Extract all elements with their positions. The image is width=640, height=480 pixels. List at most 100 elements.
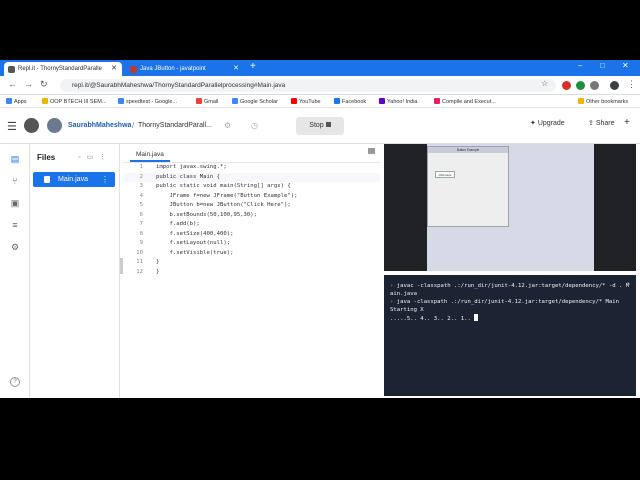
extension-icon[interactable] [576, 81, 585, 90]
facebook-icon [334, 98, 340, 104]
repl-name[interactable]: ThornyStandardParall... [138, 122, 212, 129]
extension-icon[interactable] [590, 81, 599, 90]
output-margin [384, 144, 427, 271]
code-line: 9 f.setLayout(null); [139, 240, 231, 246]
more-icon[interactable]: ⋮ [99, 154, 112, 161]
bookmark-icon [434, 98, 440, 104]
path-separator: / [132, 121, 135, 130]
bookmark-yahoo[interactable]: Yahoo! India [379, 98, 417, 105]
editor-options-icon[interactable] [368, 148, 375, 154]
url-field[interactable]: repl.it/@SaurabhMaheshwa/ThornyStandardP… [60, 79, 556, 92]
back-icon[interactable]: ← [8, 79, 17, 89]
files-icon[interactable]: ▤ [10, 154, 20, 164]
browser-tab-replit[interactable]: Repl.it - ThornyStandardParalle ✕ [4, 62, 122, 76]
panel-resize-handle[interactable] [120, 258, 123, 274]
folder-icon [578, 98, 584, 104]
upgrade-icon: ✦ [530, 120, 538, 127]
tab-main-java[interactable]: Main.java [130, 148, 170, 162]
code-editor: Main.java 1 import javax.swing.*; 2 public… [124, 144, 380, 398]
google-icon [118, 98, 124, 104]
code-line: 6 b.setBounds(50,100,95,30); [139, 211, 258, 218]
bookmark-gmail[interactable]: Gmail [196, 98, 218, 105]
profile-avatar[interactable] [610, 81, 619, 90]
jframe-title: Button Example [428, 147, 508, 153]
close-tab-icon[interactable]: ✕ [111, 62, 117, 76]
file-item-main-java[interactable]: Main.java ⋮ [33, 172, 115, 187]
browser-menu-icon[interactable]: ⋮ [627, 79, 636, 90]
stop-icon [325, 122, 331, 127]
bookmarks-bar: Apps OOP BTECH III SEM... speedtest - Go… [0, 95, 640, 108]
avatar[interactable] [47, 118, 62, 133]
minimize-button[interactable]: – [578, 61, 582, 70]
bookmark-star-icon[interactable]: ☆ [541, 79, 548, 88]
code-area[interactable]: 1 import javax.swing.*; 2 public class Mai… [124, 163, 380, 277]
browser-tab-javatpoint[interactable]: Java JButton - javatpoint ✕ [126, 62, 244, 76]
click-here-button[interactable]: Click Here [435, 171, 455, 178]
scholar-icon [232, 98, 238, 104]
java-file-icon [44, 176, 50, 183]
tab-title: Repl.it - ThornyStandardParalle [18, 66, 102, 72]
history-icon[interactable]: ◷ [251, 121, 258, 130]
yahoo-icon [379, 98, 385, 104]
packages-icon[interactable]: ▣ [10, 198, 20, 208]
jframe-window[interactable]: Button Example Click Here [427, 146, 509, 227]
browser-window: Repl.it - ThornyStandardParalle ✕ Java J… [0, 60, 640, 398]
console-line: › javac -classpath .:/run_dir/junit-4.12… [390, 283, 630, 297]
username-link[interactable]: SaurabhMaheshwa [68, 122, 131, 129]
bookmark-facebook[interactable]: Facebook [334, 98, 366, 105]
apps-icon [6, 98, 12, 104]
reload-icon[interactable]: ↻ [40, 79, 48, 90]
console-clear-icon[interactable]: ⊘ [626, 281, 630, 288]
code-line: 4 JFrame f=new JFrame("Button Example"); [139, 192, 298, 199]
console-line: Starting X [390, 307, 424, 313]
code-line: 3 public static void main(String[] args) … [139, 183, 291, 189]
share-button[interactable]: ⇪ Share [588, 119, 615, 127]
console-line: .....5.. 4.. 3.. 2.. 1.. [390, 314, 630, 323]
settings-icon[interactable]: ⚙ [224, 121, 231, 130]
database-icon[interactable]: ≡ [10, 220, 20, 230]
code-line: 10 f.setVisible(true); [136, 249, 234, 256]
bookmark-compile[interactable]: Compile and Execut... [434, 98, 496, 105]
new-tab-button[interactable]: + [250, 61, 256, 72]
bookmark-apps[interactable]: Apps [6, 98, 27, 105]
new-folder-icon[interactable]: ▭ [86, 154, 99, 161]
code-line: 8 f.setSize(400,400); [139, 230, 234, 237]
youtube-icon [291, 98, 297, 104]
console-cursor [474, 314, 479, 321]
hamburger-menu-icon[interactable]: ☰ [7, 120, 17, 133]
extension-icon[interactable] [562, 81, 571, 90]
upgrade-button[interactable]: ✦ Upgrade [530, 119, 565, 127]
bookmark-youtube[interactable]: YouTube [291, 98, 321, 105]
bookmark-scholar[interactable]: Google Scholar [232, 98, 278, 105]
console[interactable]: › javac -classpath .:/run_dir/junit-4.12… [384, 275, 636, 396]
add-button[interactable]: + [624, 117, 630, 128]
settings-icon[interactable]: ⚙ [10, 242, 20, 252]
stop-button[interactable]: Stop [296, 117, 344, 135]
bookmark-other[interactable]: Other bookmarks [578, 98, 628, 105]
code-line: 5 JButton b=new JButton("Click Here"); [139, 202, 291, 208]
tab-title: Java JButton - javatpoint [140, 66, 206, 72]
url-text: repl.it/@SaurabhMaheshwa/ThornyStandardP… [72, 82, 286, 89]
javatpoint-favicon-icon [130, 66, 137, 73]
replit-favicon-icon [8, 66, 15, 73]
close-window-button[interactable]: ✕ [622, 61, 629, 70]
replit-header: ☰ SaurabhMaheshwa / ThornyStandardParall… [0, 108, 640, 144]
file-name: Main.java [58, 176, 88, 183]
close-tab-icon[interactable]: ✕ [233, 62, 239, 76]
bookmark-oop[interactable]: OOP BTECH III SEM... [42, 98, 106, 105]
forward-icon[interactable]: → [24, 79, 33, 89]
output-margin [594, 144, 636, 271]
bookmark-icon [42, 98, 48, 104]
files-title: Files [37, 153, 56, 162]
code-line: 12} [136, 268, 160, 275]
output-display: Button Example Click Here [384, 144, 636, 271]
x-desktop: Button Example Click Here [427, 144, 594, 271]
version-control-icon[interactable]: ⑂ [10, 176, 20, 186]
help-icon[interactable]: ? [10, 377, 20, 387]
maximize-button[interactable]: □ [600, 61, 605, 70]
file-menu-icon[interactable]: ⋮ [101, 172, 109, 187]
bookmark-speedtest[interactable]: speedtest - Google... [118, 98, 177, 105]
replit-logo-icon[interactable] [24, 118, 39, 133]
console-line: › java -classpath .:/run_dir/junit-4.12.… [390, 299, 620, 305]
tab-strip: Repl.it - ThornyStandardParalle ✕ Java J… [0, 60, 640, 76]
